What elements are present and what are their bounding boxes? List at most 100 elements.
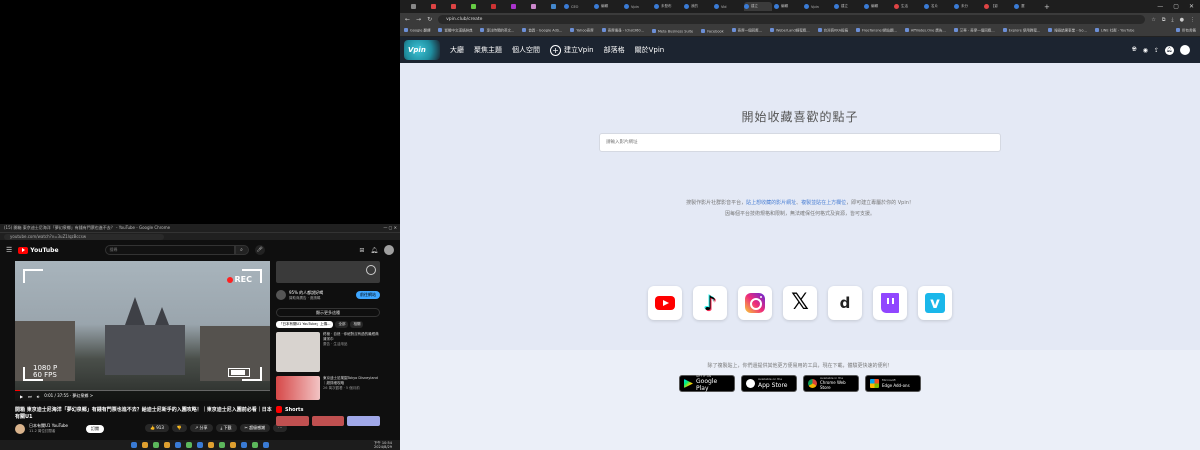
bookmark-item[interactable]: LINE 社群 - YouTube [1095,28,1135,34]
nav-create-vpin[interactable]: + 建立Vpin [550,44,594,56]
video-thumbnail[interactable] [276,376,320,400]
share-button[interactable]: ↗ 分享 [189,424,213,432]
tab[interactable]: 編輯 [594,2,622,11]
tab[interactable] [444,2,462,11]
bookmark-item[interactable]: Affiliates.One 廣告... [905,28,946,34]
bookmark-item[interactable]: Meta Business Suite [652,29,693,33]
share-icon[interactable]: ⇪ [1154,47,1159,54]
platform-instagram[interactable] [738,286,772,320]
channel-avatar[interactable] [15,423,25,434]
short-thumbnail[interactable] [311,416,345,426]
bookmark-item[interactable]: 台灣商KKA投稿 [818,28,848,34]
tab[interactable]: 【影 [984,2,1012,11]
tab[interactable]: 建立 [834,2,862,11]
taskbar-app-icon[interactable] [197,442,203,448]
taskbar-app-icon[interactable] [241,442,247,448]
list-item[interactable]: 東京迪士尼樂園Tokyo Disneyland｜超詳細攻略 26 萬次觀看 · … [276,376,380,400]
tab[interactable]: Vid [714,2,742,11]
forward-icon[interactable]: → [416,16,421,23]
chip[interactable]: 全部 [335,321,349,328]
bookmark-item[interactable]: 奇摩搜尋 - Ichat360... [602,28,644,34]
platform-youtube[interactable] [648,286,682,320]
ad-card[interactable] [276,261,380,283]
dislike-button[interactable]: 👎 [171,424,187,432]
nav-personal-space[interactable]: 個人空間 [512,45,540,55]
tab[interactable]: 未分 [954,2,982,11]
view-icon[interactable]: ◉ [1143,47,1148,54]
tab[interactable]: 我的 [684,2,712,11]
nav-about[interactable]: 關於Vpin [635,45,665,55]
tab[interactable]: Vpin [624,2,652,11]
maximize-icon[interactable]: ▢ [1173,3,1179,10]
list-item[interactable]: 終極 · 自然 · 你絕對沒有過的最經典清潔巾 廣告 · 生活用品 [276,332,380,372]
ad-cta-button[interactable]: 前往網站 [356,291,380,299]
chip[interactable]: 「日本有關U1 YouTube」上傳... [276,321,334,328]
chrome-web-store-badge[interactable]: Available in the Chrome Web Store [803,375,859,392]
nav-blog[interactable]: 部落格 [604,45,625,55]
chip[interactable]: 相關 [350,321,364,328]
subscribe-button[interactable]: 訂閱 [86,424,105,433]
globe-icon[interactable]: 🌐︎ [1132,46,1137,54]
close-icon[interactable]: ✕ [1189,3,1194,10]
short-thumbnail[interactable] [276,416,309,426]
hamburger-menu-icon[interactable]: ☰ [6,246,12,254]
profile-icon[interactable]: ● [1180,17,1184,23]
youtube-logo[interactable]: YouTube [18,246,59,254]
taskbar-app-icon[interactable] [153,442,159,448]
platform-vimeo[interactable]: v [918,286,952,320]
address-bar[interactable]: vpin.club/create [438,15,1146,24]
tab[interactable]: 未發布 [654,2,682,11]
tab[interactable] [544,2,562,11]
tab[interactable]: 生活 [894,2,922,11]
next-icon[interactable]: ⏭︎ [28,394,32,399]
edge-addons-badge[interactable]: Microsoft Edge Add-ons [865,375,921,392]
youtube-url[interactable]: youtube.com/watch?v=3uZ1lqzBccsw [4,233,164,240]
extensions-icon[interactable]: ⧉ [1162,17,1166,23]
play-pause-icon[interactable]: ▶︎ [20,394,23,399]
bookmark-item[interactable]: 首頁 - Google AdS... [522,28,562,34]
like-button[interactable]: 👍 913 [145,424,169,432]
tab[interactable]: 選 [1014,2,1042,11]
taskbar-app-icon[interactable] [263,442,269,448]
create-icon[interactable]: ⊞ [359,247,364,254]
tab[interactable]: Vpin [804,2,832,11]
bookmark-item[interactable]: 艾蒂 - 奇摩一個回應... [954,28,995,34]
ad-info-icon[interactable] [366,265,376,275]
bookmark-item[interactable]: Facebook [701,29,723,33]
taskbar-app-icon[interactable] [164,442,170,448]
taskbar-app-icon[interactable] [252,442,258,448]
start-icon[interactable] [131,442,137,448]
vpin-logo[interactable]: Vpin [404,40,440,60]
short-thumbnail[interactable] [347,416,381,426]
bookmark-item[interactable]: 搜尋結果事業 - Go... [1048,28,1087,34]
youtube-address-bar[interactable]: youtube.com/watch?v=3uZ1lqzBccsw [0,232,400,240]
video-player[interactable]: REC 1080 P 60 FPS ▶︎ ⏭︎ 🔊︎ 0:01 / 37:55 … [15,261,270,401]
taskbar-app-icon[interactable] [219,442,225,448]
volume-icon[interactable]: 🔊︎ [37,394,40,399]
youtube-search-input[interactable]: 搜尋 [104,245,235,255]
platform-dcard[interactable]: d [828,286,862,320]
microphone-icon[interactable]: 🎤︎ [254,245,265,255]
tab[interactable]: 名片 [924,2,952,11]
app-store-badge[interactable]: Available on the App Store [741,375,797,392]
notification-bell-icon[interactable]: 🔔︎ [1165,45,1174,55]
new-tab-icon[interactable]: + [1044,3,1050,11]
bookmark-item[interactable]: Google 翻譯 [404,28,430,34]
tab[interactable] [464,2,482,11]
star-icon[interactable]: ☆ [1151,17,1155,23]
thanks-button[interactable]: ✂ 超級感謝 [239,424,271,432]
avatar[interactable] [384,245,394,255]
minimize-icon[interactable]: — [1157,3,1163,10]
search-icon[interactable]: ⌕ [234,245,249,255]
bookmark-item[interactable]: 奇摩一個回應... [732,28,762,34]
bookmark-item[interactable]: 專注時間的英文... [480,28,514,34]
download-button[interactable]: ⤓ 下載 [215,424,237,432]
tab[interactable]: 編輯 [774,2,802,11]
tab[interactable] [484,2,502,11]
platform-twitch[interactable] [873,286,907,320]
reload-icon[interactable]: ↻ [427,16,432,23]
menu-icon[interactable]: ⋮ [1190,17,1195,23]
avatar[interactable] [1180,45,1190,55]
window-controls[interactable]: — ▢ ✕ [1157,3,1200,10]
taskbar-app-icon[interactable] [230,442,236,448]
